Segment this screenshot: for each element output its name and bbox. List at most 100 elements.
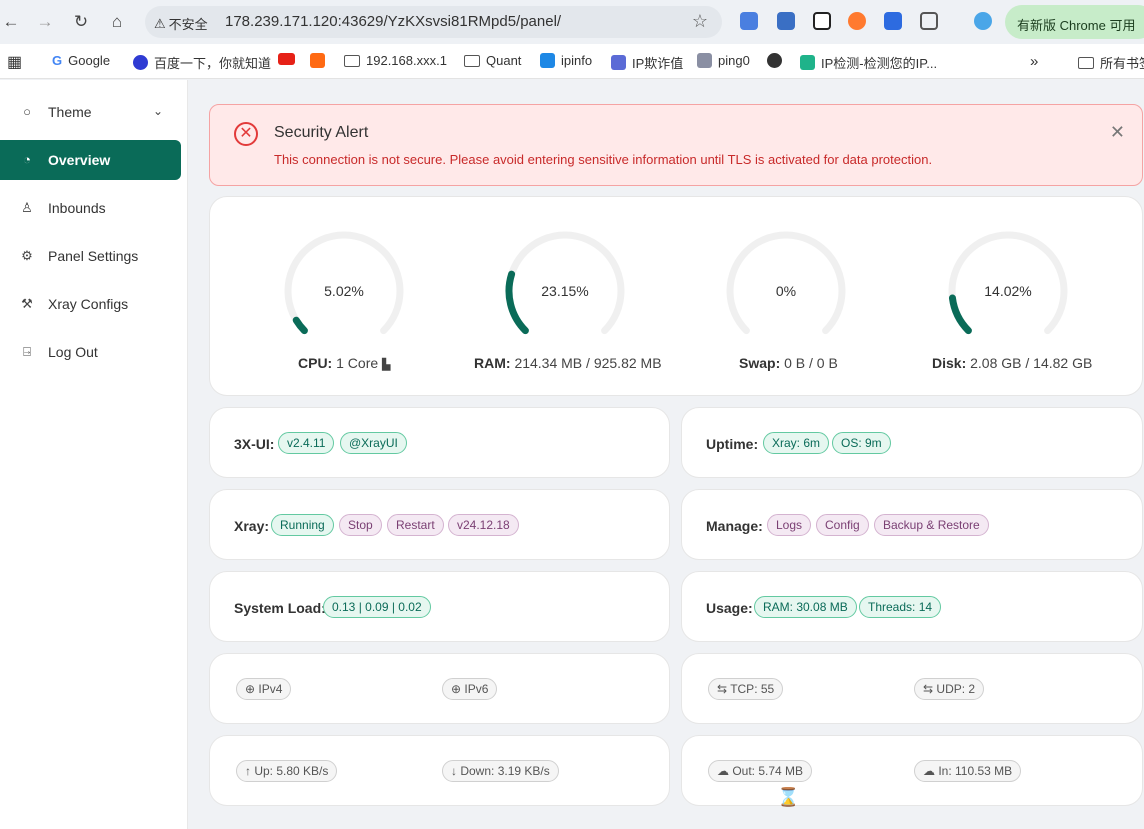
reload-icon[interactable]: ↻ [70, 11, 92, 33]
close-icon[interactable]: ✕ [1110, 122, 1125, 143]
shield-icon [611, 55, 626, 70]
sidebar-item-log-out[interactable]: ⍈ Log Out [0, 332, 181, 372]
uptime-card: Uptime: Xray: 6m OS: 9m [681, 407, 1143, 478]
home-icon[interactable]: ⌂ [106, 11, 128, 33]
gauge-fill [948, 294, 972, 335]
globe-icon: ⊕ [245, 682, 256, 696]
xui-version-tag[interactable]: v2.4.11 [278, 432, 335, 454]
bookmark-star-icon[interactable]: ☆ [692, 11, 708, 32]
extension-icon[interactable] [848, 12, 866, 30]
usage-ram-tag: RAM: 30.08 MB [754, 596, 857, 618]
system-load-card: System Load: 0.13 | 0.09 | 0.02 [209, 571, 670, 642]
bookmark-ping0[interactable]: ping0 [697, 53, 750, 68]
profile-avatar-icon[interactable] [974, 12, 992, 30]
bookmark-ip-check[interactable]: IP检测-检测您的IP... [800, 53, 937, 72]
cpu-label: CPU: 1 Core ▙ [298, 355, 391, 371]
cloud-upload-icon: ☁ [717, 764, 729, 778]
bulb-icon: ○ [23, 104, 31, 119]
bookmark-youtube[interactable] [278, 53, 295, 65]
gauge-fill [292, 316, 308, 335]
upload-speed-tag: ↑ Up: 5.80 KB/s [236, 760, 338, 782]
tcp-tag: ⇆ TCP: 55 [708, 678, 784, 700]
bookmark-ip-fraud[interactable]: IP欺诈值 [611, 53, 683, 72]
xui-channel-tag[interactable]: @XrayUI [340, 432, 407, 454]
bookmark-router[interactable]: 192.168.xxx.1 [344, 53, 447, 68]
taobao-icon [310, 53, 325, 68]
gear-icon: ⚙ [21, 248, 33, 263]
manage-label: Manage: [706, 518, 763, 534]
ipv4-tag[interactable]: ⊕ IPv4 [236, 678, 292, 700]
logs-button[interactable]: Logs [767, 514, 812, 536]
traffic-card: ☁ Out: 5.74 MB ☁ In: 110.53 MB [681, 735, 1143, 806]
warning-icon: ⚠ [154, 15, 166, 31]
version-card: 3X-UI: v2.4.11 @XrayUI [209, 407, 670, 478]
config-button[interactable]: Config [816, 514, 869, 536]
usage-label: Usage: [706, 600, 753, 616]
arrow-up-icon: ↑ [245, 764, 251, 778]
error-circle-icon: ✕ [234, 122, 258, 146]
insecure-indicator[interactable]: ⚠ 不安全 [154, 14, 208, 33]
bookmark-baidu[interactable]: 百度一下，你就知道 [133, 53, 271, 72]
cpu-gauge-value: 5.02% [324, 283, 364, 299]
udp-tag: ⇆ UDP: 2 [914, 678, 985, 700]
bookmark-ipinfo[interactable]: ipinfo [540, 53, 592, 68]
xray-control-card: Xray: Running Stop Restart v24.12.18 [209, 489, 670, 560]
url-text[interactable]: 178.239.171.120:43629/YzKXsvsi81RMpd5/pa… [225, 13, 561, 30]
ip-check-icon [800, 55, 815, 70]
address-bar[interactable]: ⚠ 不安全 178.239.171.120:43629/YzKXsvsi81RM… [145, 6, 722, 38]
ipinfo-icon [540, 53, 555, 68]
disk-label: Disk: 2.08 GB / 14.82 GB [932, 355, 1093, 371]
sidebar-item-theme[interactable]: ○ Theme ⌄ [0, 92, 181, 132]
back-icon[interactable]: ← [0, 11, 22, 33]
backup-restore-button[interactable]: Backup & Restore [874, 514, 989, 536]
sidebar-item-panel-settings[interactable]: ⚙ Panel Settings [0, 236, 181, 276]
sidebar: ○ Theme ⌄ ◔ Overview ♙ Inbounds ⚙ Panel … [0, 80, 188, 829]
xray-version-button[interactable]: v24.12.18 [448, 514, 519, 536]
xray-status-tag: Running [271, 514, 334, 536]
xray-stop-button[interactable]: Stop [339, 514, 382, 536]
usage-card: Usage: RAM: 30.08 MB Threads: 14 [681, 571, 1143, 642]
manage-card: Manage: Logs Config Backup & Restore [681, 489, 1143, 560]
connections-card: ⇆ TCP: 55 ⇆ UDP: 2 [681, 653, 1143, 724]
browser-toolbar: ← → ↻ ⌂ ⚠ 不安全 178.239.171.120:43629/YzKX… [0, 0, 1144, 44]
ip-card: ⊕ IPv4 ⊕ IPv6 [209, 653, 670, 724]
uptime-os-tag: OS: 9m [832, 432, 891, 454]
apps-grid-icon[interactable]: ▦ [7, 52, 22, 72]
bookmark-google[interactable]: G Google [52, 53, 110, 68]
swap-icon: ⇆ [923, 682, 934, 696]
bookmark-taobao[interactable] [310, 53, 325, 68]
xray-restart-button[interactable]: Restart [387, 514, 444, 536]
speed-card: ↑ Up: 5.80 KB/s ↓ Down: 3.19 KB/s [209, 735, 670, 806]
logout-icon: ⍈ [23, 344, 31, 359]
uptime-label: Uptime: [706, 436, 759, 452]
youtube-icon [278, 53, 295, 65]
bookmark-globe[interactable] [767, 53, 782, 68]
bookmark-quant[interactable]: Quant [464, 53, 521, 68]
disk-gauge-value: 14.02% [984, 283, 1032, 299]
sidebar-item-xray-configs[interactable]: ⚒ Xray Configs [0, 284, 181, 324]
forward-icon[interactable]: → [34, 11, 56, 33]
alert-message: This connection is not secure. Please av… [274, 152, 933, 167]
all-bookmarks-folder[interactable]: 所有书签 [1078, 53, 1144, 72]
system-load-tag: 0.13 | 0.09 | 0.02 [323, 596, 431, 618]
sidebar-item-inbounds[interactable]: ♙ Inbounds [0, 188, 181, 228]
puzzle-extensions-icon[interactable] [920, 12, 938, 30]
extension-icon[interactable] [777, 12, 795, 30]
chrome-update-button[interactable]: 有新版 Chrome 可用 [1005, 5, 1144, 39]
download-speed-tag: ↓ Down: 3.19 KB/s [442, 760, 559, 782]
tool-icon: ⚒ [21, 296, 33, 311]
arrow-down-icon: ↓ [451, 764, 457, 778]
chart-icon[interactable]: ▙ [382, 359, 390, 371]
translate-extension-icon[interactable] [740, 12, 758, 30]
sidebar-item-overview[interactable]: ◔ Overview [0, 140, 181, 180]
notion-extension-icon[interactable] [813, 12, 831, 30]
more-bookmarks-button[interactable]: » [1030, 53, 1038, 70]
swap-gauge-value: 0% [775, 283, 797, 299]
extension-icon[interactable] [884, 12, 902, 30]
system-load-label: System Load: [234, 600, 326, 616]
dashboard-icon: ◔ [23, 152, 31, 167]
ipv6-tag[interactable]: ⊕ IPv6 [442, 678, 498, 700]
globe-icon [767, 53, 782, 68]
user-icon: ♙ [21, 200, 33, 215]
folder-icon [1078, 56, 1094, 69]
